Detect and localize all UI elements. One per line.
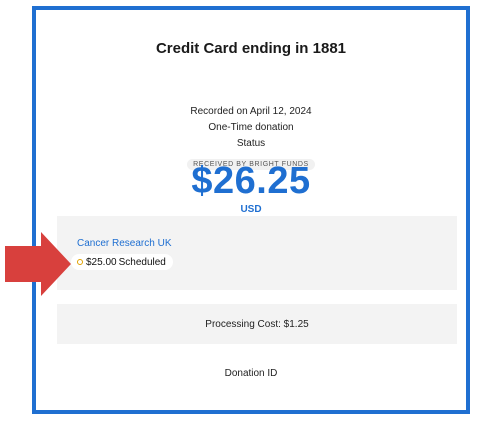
donation-detail-card: Credit Card ending in 1881 Recorded on A… — [32, 6, 470, 414]
donation-id-label: Donation ID — [224, 368, 278, 379]
scheduled-status-icon — [77, 259, 83, 265]
donation-amount: $26.25 — [191, 160, 311, 202]
charity-panel: Cancer Research UK $25.00 Scheduled — [57, 216, 457, 290]
annotation-arrow-icon — [5, 232, 71, 296]
recorded-date: Recorded on April 12, 2024 — [190, 106, 312, 117]
charity-amount-pill: $25.00 Scheduled — [71, 254, 173, 270]
donation-type: One-Time donation — [208, 122, 294, 133]
charity-status: Scheduled — [118, 256, 166, 268]
charity-amount: $25.00 — [86, 256, 117, 268]
processing-cost-panel: Processing Cost: $1.25 — [57, 304, 457, 344]
card-title: Credit Card ending in 1881 — [155, 40, 347, 57]
processing-cost: Processing Cost: $1.25 — [205, 318, 309, 330]
currency-label: USD — [240, 204, 262, 215]
charity-link[interactable]: Cancer Research UK — [77, 238, 171, 249]
status-label: Status — [236, 138, 266, 149]
